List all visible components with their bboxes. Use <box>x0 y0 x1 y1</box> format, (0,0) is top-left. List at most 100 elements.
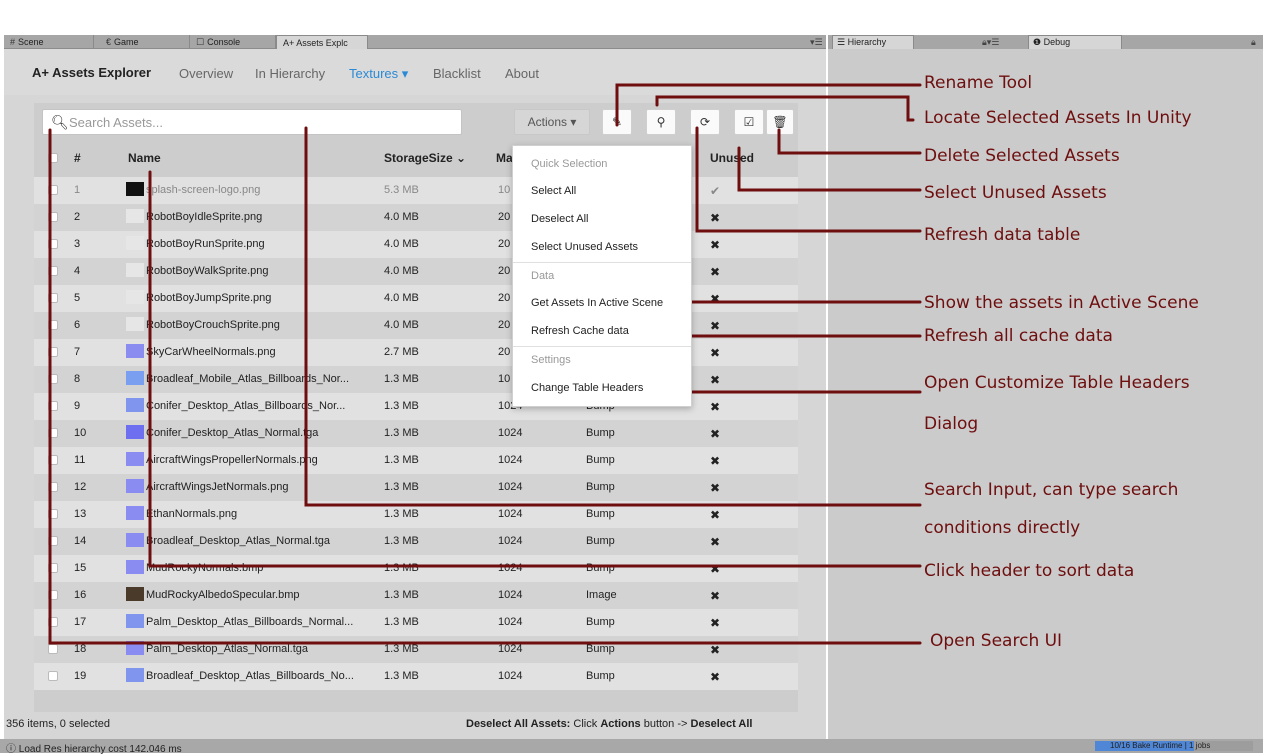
tab-game[interactable]: € Game <box>100 35 190 49</box>
row-checkbox[interactable] <box>48 239 58 249</box>
unused-status-icon: ✖ <box>710 211 721 225</box>
nav-in-hierarchy[interactable]: In Hierarchy <box>255 66 325 81</box>
unused-status-icon: ✖ <box>710 589 721 603</box>
header-unused[interactable]: Unused <box>710 151 754 165</box>
row-checkbox[interactable] <box>48 428 58 438</box>
table-row[interactable]: 16 MudRockyAlbedoSpecular.bmp 1.3 MB 1024 Im… <box>34 582 798 609</box>
row-checkbox[interactable] <box>48 590 58 600</box>
max-size: 1024 <box>498 643 523 655</box>
row-checkbox[interactable] <box>48 374 58 384</box>
asset-name: RobotBoyRunSprite.png <box>146 238 265 250</box>
unused-status-icon: ✖ <box>710 427 721 441</box>
row-checkbox[interactable] <box>48 644 58 654</box>
table-row[interactable]: 14 Broadleaf_Desktop_Atlas_Normal.tga 1.3 … <box>34 528 798 555</box>
lock-icon[interactable]: 🔒︎ <box>1251 35 1256 49</box>
texture-thumbnail <box>126 506 144 520</box>
row-checkbox[interactable] <box>48 293 58 303</box>
row-number: 5 <box>74 292 81 304</box>
table-row[interactable]: 19 Broadleaf_Desktop_Atlas_Billboards_No.… <box>34 663 798 690</box>
select-unused-button[interactable]: ☑ <box>734 109 764 135</box>
delete-button[interactable]: 🗑︎ <box>766 109 794 135</box>
menu-deselect-all[interactable]: Deselect All <box>531 213 588 225</box>
menu-refresh-cache-data[interactable]: Refresh Cache data <box>531 325 629 337</box>
table-row[interactable]: 13 EthanNormals.png 1.3 MB 1024 Bump ✖ <box>34 501 798 528</box>
row-checkbox[interactable] <box>48 617 58 627</box>
row-checkbox[interactable] <box>48 563 58 573</box>
hint-part: Deselect All Assets: <box>466 718 571 730</box>
nav-blacklist[interactable]: Blacklist <box>433 66 481 81</box>
row-checkbox[interactable] <box>48 185 58 195</box>
tab-debug[interactable]: ❶ Debug <box>1028 35 1122 49</box>
menu-select-all[interactable]: Select All <box>531 185 576 197</box>
row-number: 10 <box>74 427 87 439</box>
tab-hierarchy[interactable]: ☰ Hierarchy <box>832 35 914 49</box>
storage-size: 5.3 MB <box>384 184 419 196</box>
tab-console-label: Console <box>207 37 241 47</box>
header-storage-size[interactable]: StorageSize ⌄ <box>384 151 466 165</box>
max-size: 20 <box>498 346 511 358</box>
texture-type: Bump <box>586 616 615 628</box>
row-checkbox[interactable] <box>48 212 58 222</box>
nav-overview[interactable]: Overview <box>179 66 233 81</box>
tab-assets-explorer[interactable]: A+ Assets Explc <box>276 35 368 49</box>
table-row[interactable]: 12 AircraftWingsJetNormals.png 1.3 MB 1024 B… <box>34 474 798 501</box>
game-icon: € <box>106 37 112 47</box>
bake-progress-bar[interactable]: 10/16 Bake Runtime | 1 jobs <box>1095 741 1253 751</box>
annotation-locate-selected: Locate Selected Assets In Unity <box>924 108 1192 128</box>
header-number[interactable]: # <box>74 151 81 165</box>
row-checkbox[interactable] <box>48 482 58 492</box>
asset-name: AircraftWingsPropellerNormals.png <box>146 454 318 466</box>
assets-explorer-window: A+ Assets Explorer Overview In Hierarchy… <box>4 49 826 739</box>
texture-type: Bump <box>586 454 615 466</box>
row-checkbox[interactable] <box>48 455 58 465</box>
unused-status-icon: ✖ <box>710 265 721 279</box>
pencil-icon: ✎ <box>611 115 623 129</box>
row-checkbox[interactable] <box>48 347 58 357</box>
asset-name: Palm_Desktop_Atlas_Normal.tga <box>146 643 309 655</box>
header-max-size[interactable]: Ma <box>496 151 513 165</box>
row-checkbox[interactable] <box>48 671 58 681</box>
search-input[interactable] <box>69 113 449 131</box>
storage-size: 4.0 MB <box>384 238 419 250</box>
lock-icon[interactable]: 🔒︎▾☰ <box>982 35 999 49</box>
nav-textures[interactable]: Textures ▾ <box>349 66 408 82</box>
menu-divider <box>513 346 691 347</box>
row-number: 11 <box>74 454 86 466</box>
max-size: 20 <box>498 238 511 250</box>
storage-size: 1.3 MB <box>384 670 419 682</box>
row-checkbox[interactable] <box>48 536 58 546</box>
refresh-icon: ⟳ <box>699 115 711 129</box>
row-checkbox[interactable] <box>48 266 58 276</box>
texture-thumbnail <box>126 479 144 493</box>
search-icon[interactable]: 🔍︎ <box>51 114 69 131</box>
actions-button[interactable]: Actions ▾ <box>514 109 590 135</box>
texture-thumbnail <box>126 236 144 250</box>
tab-scene-label: Scene <box>18 37 44 47</box>
table-row[interactable]: 11 AircraftWingsPropellerNormals.png 1.3 M… <box>34 447 798 474</box>
asset-name: MudRockyAlbedoSpecular.bmp <box>146 589 300 601</box>
nav-about[interactable]: About <box>505 66 539 81</box>
table-row[interactable]: 15 MudRockyNormals.bmp 1.3 MB 1024 Bump ✖ <box>34 555 798 582</box>
select-all-checkbox[interactable] <box>48 153 58 163</box>
debug-icon: ❶ <box>1033 37 1042 47</box>
header-name[interactable]: Name <box>128 151 161 165</box>
max-size: 1024 <box>498 427 523 439</box>
tab-scene[interactable]: # Scene <box>4 35 94 49</box>
row-number: 3 <box>74 238 81 250</box>
row-checkbox[interactable] <box>48 320 58 330</box>
table-row[interactable]: 10 Conifer_Desktop_Atlas_Normal.tga 1.3 MB… <box>34 420 798 447</box>
annotation-dialog: Dialog <box>924 414 979 434</box>
row-checkbox[interactable] <box>48 401 58 411</box>
menu-change-table-headers[interactable]: Change Table Headers <box>531 382 643 394</box>
app-title: A+ Assets Explorer <box>32 65 152 80</box>
menu-get-assets-in-active-scene[interactable]: Get Assets In Active Scene <box>531 297 663 309</box>
menu-select-unused-assets[interactable]: Select Unused Assets <box>531 241 638 253</box>
row-checkbox[interactable] <box>48 509 58 519</box>
table-row[interactable]: 18 Palm_Desktop_Atlas_Normal.tga 1.3 MB 102… <box>34 636 798 663</box>
locate-button[interactable]: ⚲ <box>646 109 676 135</box>
refresh-button[interactable]: ⟳ <box>690 109 720 135</box>
rename-button[interactable]: ✎ <box>602 109 632 135</box>
table-row[interactable]: 17 Palm_Desktop_Atlas_Billboards_Normal..… <box>34 609 798 636</box>
tab-console[interactable]: ☐ Console <box>190 35 276 49</box>
tab-menu-icon[interactable]: ▾☰ <box>810 35 823 49</box>
